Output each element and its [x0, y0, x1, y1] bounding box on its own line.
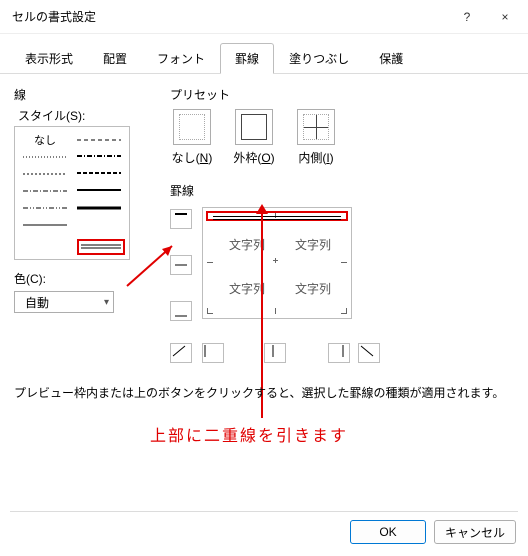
preview-cell-1: 文字列	[229, 236, 265, 253]
top-double-line-highlight	[206, 211, 348, 221]
line-style-med-dashdot[interactable]	[75, 148, 123, 165]
tab-fill[interactable]: 塗りつぶし	[274, 43, 364, 74]
preset-group-label: プリセット	[170, 86, 380, 103]
tab-border[interactable]: 罫線	[220, 43, 274, 74]
line-style-thin[interactable]	[21, 216, 69, 233]
line-style-thin-dash[interactable]	[75, 131, 123, 148]
line-style-dashdot[interactable]	[21, 182, 69, 199]
borders-panel: 罫線	[170, 180, 390, 363]
chevron-down-icon: ▾	[104, 297, 109, 308]
tab-number[interactable]: 表示形式	[10, 43, 88, 74]
border-middle-h-button[interactable]	[170, 255, 192, 275]
close-button[interactable]: ×	[486, 3, 524, 31]
close-icon: ×	[501, 10, 508, 24]
preview-cell-4: 文字列	[295, 280, 331, 297]
preset-outline[interactable]: 外枠(O)	[232, 109, 276, 166]
annotation-arrow-1	[127, 286, 172, 288]
line-style-list[interactable]: なし	[14, 126, 130, 260]
border-top-button[interactable]	[170, 209, 192, 229]
dialog-title: セルの書式設定	[12, 8, 448, 25]
help-button[interactable]: ?	[448, 3, 486, 31]
line-style-medium[interactable]	[75, 182, 123, 199]
preset-none-icon	[179, 114, 205, 140]
cancel-button[interactable]: キャンセル	[434, 520, 516, 544]
border-diag-up-button[interactable]	[170, 343, 192, 363]
border-bottom-button[interactable]	[170, 301, 192, 321]
line-style-none[interactable]: なし	[21, 131, 69, 148]
color-label: 色(C):	[14, 270, 154, 287]
line-style-dashdotdot[interactable]	[21, 199, 69, 216]
border-preview[interactable]: 文字列 文字列 文字列 文字列	[202, 207, 352, 319]
preset-outline-icon	[241, 114, 267, 140]
border-diag-down-button[interactable]	[358, 343, 380, 363]
border-middle-v-button[interactable]	[264, 343, 286, 363]
help-icon: ?	[464, 10, 471, 24]
style-label: スタイル(S):	[18, 107, 154, 124]
ok-button[interactable]: OK	[350, 520, 426, 544]
border-left-button[interactable]	[202, 343, 224, 363]
titlebar: セルの書式設定 ? ×	[0, 0, 528, 34]
preset-none[interactable]: なし(N)	[170, 109, 214, 166]
dialog-footer: OK キャンセル	[350, 520, 516, 544]
line-style-dash[interactable]	[21, 165, 69, 182]
line-style-thick[interactable]	[75, 199, 123, 216]
tab-strip: 表示形式 配置 フォント 罫線 塗りつぶし 保護	[0, 34, 528, 74]
annotation-text: 上部に二重線を引きます	[150, 422, 348, 446]
preview-cell-2: 文字列	[295, 236, 331, 253]
tab-alignment[interactable]: 配置	[88, 43, 142, 74]
line-style-med-dash[interactable]	[75, 165, 123, 182]
borders-group-label: 罫線	[170, 182, 390, 199]
hint-text: プレビュー枠内または上のボタンをクリックすると、選択した罫線の種類が適用されます…	[14, 384, 504, 401]
tab-content: 線 スタイル(S): なし 色(C): 自動 ▾ プリセット	[0, 74, 528, 94]
tab-font[interactable]: フォント	[142, 43, 220, 74]
color-value: 自動	[25, 294, 49, 311]
line-style-dot[interactable]	[21, 148, 69, 165]
footer-separator	[10, 511, 518, 512]
preset-inside-icon	[303, 114, 329, 140]
color-dropdown[interactable]: 自動 ▾	[14, 291, 114, 313]
line-group-label: 線	[14, 86, 154, 103]
preset-panel: プリセット なし(N) 外枠(O) 内側(I)	[170, 84, 380, 166]
border-right-button[interactable]	[328, 343, 350, 363]
line-style-double-selected[interactable]	[77, 239, 125, 255]
tab-protection[interactable]: 保護	[364, 43, 418, 74]
line-panel: 線 スタイル(S): なし 色(C): 自動 ▾	[14, 84, 154, 313]
preset-inside[interactable]: 内側(I)	[294, 109, 338, 166]
